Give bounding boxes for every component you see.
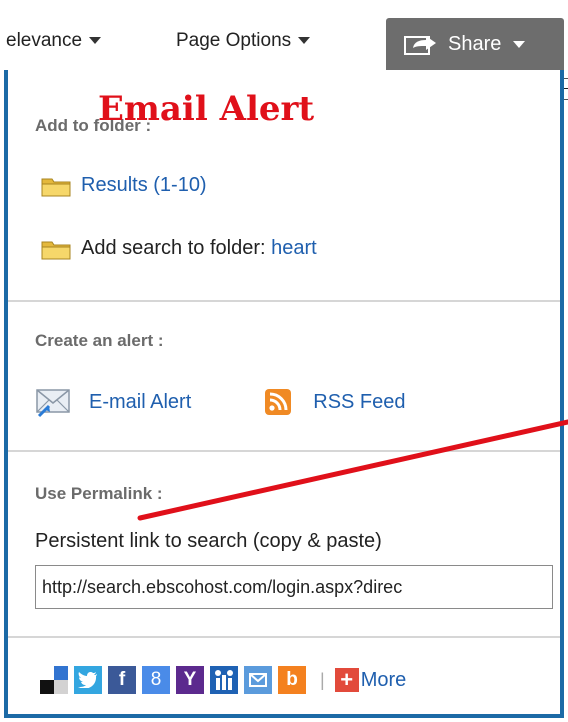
divider	[8, 450, 560, 452]
blogger-icon[interactable]: b	[278, 666, 306, 694]
mendeley-icon[interactable]	[210, 666, 238, 694]
results-folder-row: Results (1-10)	[41, 174, 207, 197]
more-link[interactable]: More	[361, 669, 407, 692]
permalink-section-title: Use Permalink :	[35, 484, 163, 503]
google-plus-icon[interactable]: 8	[142, 666, 170, 694]
facebook-icon[interactable]: f	[108, 666, 136, 694]
page-options-dropdown[interactable]: Page Options	[176, 30, 311, 52]
search-term-link[interactable]: heart	[271, 237, 317, 260]
yahoo-icon[interactable]: Y	[176, 666, 204, 694]
chevron-down-icon	[298, 37, 311, 45]
add-search-label: Add search to folder:	[81, 237, 266, 259]
email-alert-link[interactable]: E-mail Alert	[89, 391, 191, 414]
results-link[interactable]: Results (1-10)	[81, 174, 207, 197]
folder-icon	[41, 178, 71, 196]
share-button[interactable]: Share	[386, 18, 564, 70]
add-search-row: Add search to folder: heart	[41, 237, 317, 260]
delicious-icon[interactable]	[40, 666, 68, 694]
share-dropdown-panel: Add to folder : Results (1-10) Add searc…	[4, 70, 564, 718]
permalink-url-field[interactable]	[35, 565, 553, 609]
share-arrow-icon	[404, 36, 436, 55]
alert-options-row: E-mail Alert RSS Feed	[35, 386, 406, 418]
divider	[8, 636, 560, 638]
social-share-bar: f 8 Y b | + More	[40, 666, 406, 694]
twitter-icon[interactable]	[74, 666, 102, 694]
sort-label: elevance	[6, 30, 83, 51]
page-options-label: Page Options	[176, 30, 292, 51]
separator: |	[320, 669, 325, 690]
email-share-icon[interactable]	[244, 666, 272, 694]
chevron-down-icon	[89, 37, 102, 45]
plus-icon[interactable]: +	[334, 667, 359, 692]
sort-dropdown[interactable]: elevance	[6, 30, 102, 52]
divider	[8, 300, 560, 302]
chevron-down-icon	[513, 40, 526, 48]
share-label: Share	[448, 32, 502, 55]
rss-feed-link[interactable]: RSS Feed	[313, 391, 405, 414]
alert-section-title: Create an alert :	[35, 331, 164, 350]
annotation-title: Email Alert	[98, 89, 315, 129]
permalink-description: Persistent link to search (copy & paste)	[35, 530, 382, 552]
folder-icon	[41, 241, 71, 259]
rss-feed-icon	[265, 389, 292, 415]
email-alert-icon	[36, 389, 70, 418]
